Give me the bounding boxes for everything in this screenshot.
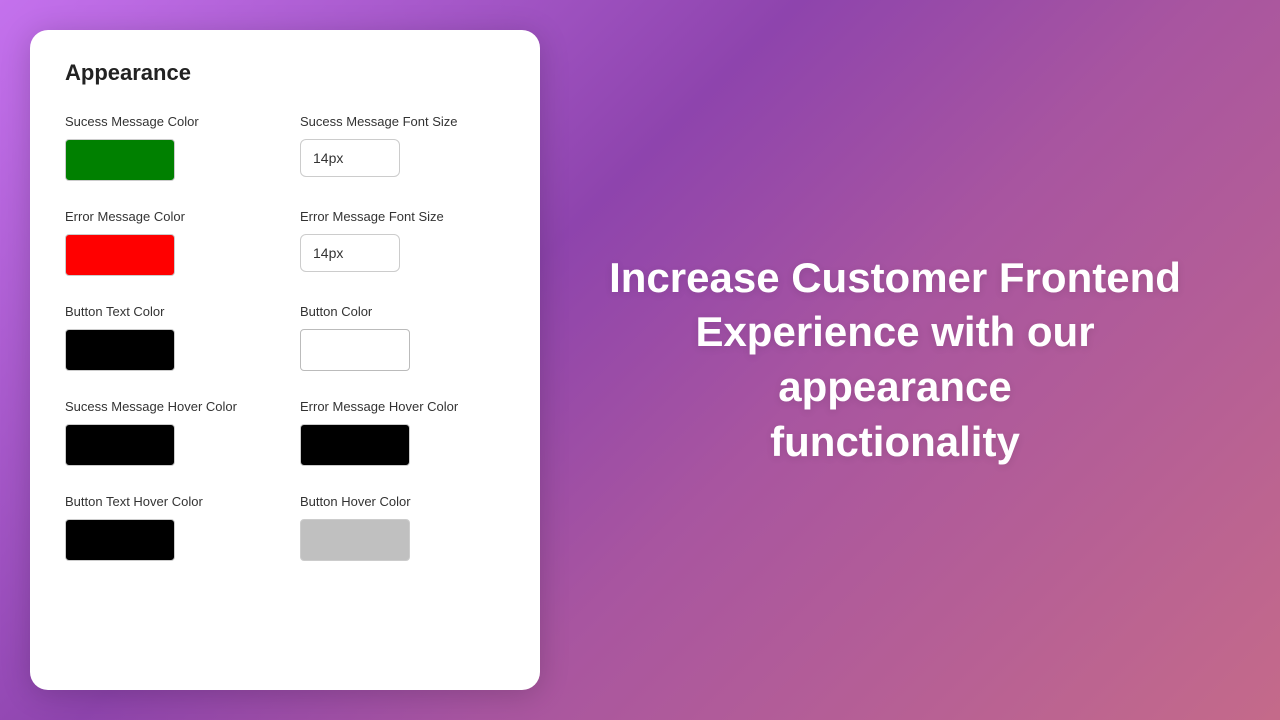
button-hover-color-label: Button Hover Color [300, 494, 505, 509]
button-hover-color-swatch[interactable] [300, 519, 410, 561]
row-1: Sucess Message Color Sucess Message Font… [65, 114, 505, 181]
success-color-label: Sucess Message Color [65, 114, 270, 129]
row-2: Error Message Color Error Message Font S… [65, 209, 505, 276]
row-4: Sucess Message Hover Color Error Message… [65, 399, 505, 466]
success-hover-color-label: Sucess Message Hover Color [65, 399, 270, 414]
tagline-line2: Experience with our appearance [695, 308, 1094, 410]
success-font-size-input[interactable] [300, 139, 400, 177]
button-text-color-swatch[interactable] [65, 329, 175, 371]
error-font-size-input[interactable] [300, 234, 400, 272]
button-text-hover-color-swatch[interactable] [65, 519, 175, 561]
error-message-color-swatch[interactable] [65, 234, 175, 276]
appearance-panel: Appearance Sucess Message Color Sucess M… [30, 30, 540, 690]
button-text-hover-color-label: Button Text Hover Color [65, 494, 270, 509]
field-button-text-hover-color: Button Text Hover Color [65, 494, 270, 561]
error-color-label: Error Message Color [65, 209, 270, 224]
right-panel: Increase Customer Frontend Experience wi… [540, 211, 1250, 509]
success-hover-color-swatch[interactable] [65, 424, 175, 466]
row-3: Button Text Color Button Color [65, 304, 505, 371]
button-text-color-label: Button Text Color [65, 304, 270, 319]
tagline-line1: Increase Customer Frontend [609, 254, 1181, 301]
row-5: Button Text Hover Color Button Hover Col… [65, 494, 505, 561]
field-error-color: Error Message Color [65, 209, 270, 276]
error-font-size-label: Error Message Font Size [300, 209, 505, 224]
field-button-text-color: Button Text Color [65, 304, 270, 371]
field-success-font-size: Sucess Message Font Size [300, 114, 505, 177]
button-color-label: Button Color [300, 304, 505, 319]
error-hover-color-label: Error Message Hover Color [300, 399, 505, 414]
success-font-size-label: Sucess Message Font Size [300, 114, 505, 129]
field-button-color: Button Color [300, 304, 505, 371]
button-color-swatch[interactable] [300, 329, 410, 371]
panel-title: Appearance [65, 60, 505, 86]
field-success-hover-color: Sucess Message Hover Color [65, 399, 270, 466]
tagline: Increase Customer Frontend Experience wi… [580, 251, 1210, 469]
field-button-hover-color: Button Hover Color [300, 494, 505, 561]
error-hover-color-swatch[interactable] [300, 424, 410, 466]
success-message-color-swatch[interactable] [65, 139, 175, 181]
field-success-color: Sucess Message Color [65, 114, 270, 181]
tagline-line3: functionality [770, 418, 1020, 465]
field-error-font-size: Error Message Font Size [300, 209, 505, 272]
field-error-hover-color: Error Message Hover Color [300, 399, 505, 466]
